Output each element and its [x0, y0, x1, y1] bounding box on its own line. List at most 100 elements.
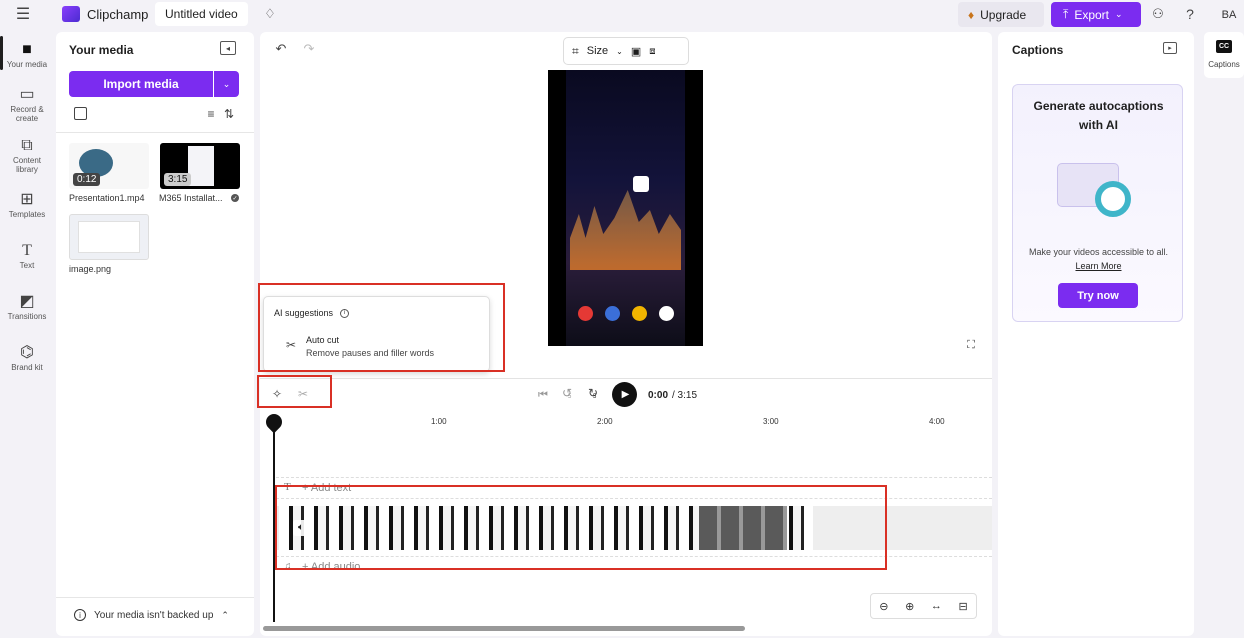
- upgrade-button[interactable]: ♦ Upgrade: [958, 2, 1044, 27]
- highlight-box-tools: [257, 375, 332, 408]
- fit-width-icon[interactable]: ↔: [931, 600, 942, 612]
- text-icon: T: [22, 242, 32, 259]
- play-store-icon: [633, 176, 649, 192]
- rail-item-label: Your media: [6, 60, 48, 69]
- zoom-out-icon[interactable]: ⊖: [879, 600, 888, 613]
- library-icon: ⧉: [21, 137, 33, 154]
- rail-item-brand-kit[interactable]: ⌬ Brand kit: [0, 343, 54, 372]
- time-current: 0:00: [648, 390, 669, 401]
- chevron-down-icon: ⌄: [1115, 9, 1123, 19]
- resize-icon: ⌗: [572, 43, 579, 58]
- forward-5-button[interactable]: ↻ 5: [588, 386, 604, 404]
- filter-icon[interactable]: ≡: [204, 107, 218, 121]
- media-item-m365[interactable]: 3:15: [160, 143, 240, 189]
- try-now-button[interactable]: Try now: [1058, 283, 1138, 308]
- media-item-presentation[interactable]: 0:12: [69, 143, 149, 189]
- panel-divider: [56, 132, 254, 133]
- ruler-label: 4:00: [929, 417, 945, 426]
- hamburger-menu-icon[interactable]: ☰: [14, 5, 32, 23]
- ruler-label: 3:00: [763, 417, 779, 426]
- video-preview[interactable]: [548, 70, 703, 346]
- expand-timeline-icon[interactable]: ⊟: [958, 600, 967, 613]
- duration-badge: 0:12: [73, 173, 101, 186]
- media-item-name: Presentation1.mp4: [69, 193, 145, 203]
- gmail-icon: [659, 306, 674, 321]
- captions-toggle-icon[interactable]: ⧈: [649, 46, 655, 57]
- rail-item-templates[interactable]: ⊞ Templates: [0, 190, 54, 219]
- info-icon: i: [74, 609, 86, 621]
- try-now-label: Try now: [1077, 289, 1119, 302]
- project-title[interactable]: Untitled video: [155, 2, 248, 26]
- checkmark-badge-icon: ✓: [231, 194, 239, 202]
- upload-icon: ⤒: [1063, 7, 1069, 21]
- brand-kit-icon: ⌬: [20, 344, 34, 361]
- backup-notice[interactable]: i Your media isn't backed up ⌃: [74, 609, 229, 621]
- zoom-in-icon[interactable]: ⊕: [905, 600, 914, 613]
- help-icon[interactable]: ?: [1182, 5, 1198, 23]
- media-item-name: M365 Installat...: [159, 193, 223, 203]
- rail-item-label: Record & create: [10, 105, 44, 123]
- camera-swap-icon[interactable]: ▣: [631, 45, 641, 58]
- captions-rail-button[interactable]: CC Captions: [1204, 32, 1244, 78]
- import-media-button[interactable]: Import media: [69, 71, 213, 97]
- learn-more-link[interactable]: Learn More: [1013, 261, 1184, 271]
- media-item-name: image.png: [69, 264, 112, 274]
- sort-icon[interactable]: ⇅: [221, 106, 237, 122]
- avatar[interactable]: BA: [1218, 4, 1240, 26]
- timeline-ruler: 1:00 2:00 3:00 4:00: [260, 412, 992, 432]
- redo-icon[interactable]: ↷: [302, 41, 316, 56]
- clipchamp-logo: [62, 6, 80, 22]
- skip-to-start-icon[interactable]: ⏮: [536, 388, 550, 402]
- collapse-panel-icon[interactable]: ▸: [1163, 42, 1177, 54]
- panel-divider: [56, 597, 254, 598]
- premium-diamond-icon[interactable]: ♢: [260, 4, 280, 24]
- rail-item-label: Brand kit: [11, 363, 43, 372]
- import-options-dropdown[interactable]: ⌄: [214, 71, 239, 97]
- export-label: Export: [1074, 7, 1109, 22]
- chevron-up-icon: ⌃: [221, 609, 229, 620]
- rail-item-content-library[interactable]: ⧉ Content library: [0, 136, 54, 174]
- transitions-icon: ◩: [19, 293, 35, 310]
- chrome-icon: [632, 306, 647, 321]
- card-description: Make your videos accessible to all.: [1028, 247, 1169, 257]
- play-icon: ▶: [621, 389, 630, 400]
- highlight-box-ai-popup: [258, 283, 505, 372]
- play-button[interactable]: ▶: [612, 382, 637, 407]
- thumbnail-doc: [78, 221, 140, 253]
- playhead[interactable]: [273, 417, 275, 622]
- rail-item-your-media[interactable]: ■ Your media: [0, 40, 54, 69]
- undo-icon[interactable]: ↶: [274, 41, 288, 56]
- youtube-icon: [578, 306, 593, 321]
- editor-panel: ↶ ↷ ⌗ Size ⌄ ▣ ⧈ ⛶ AI suggestions i ✂ Au…: [257, 32, 992, 636]
- captions-title: Captions: [1012, 43, 1064, 57]
- export-button[interactable]: ⤒ Export ⌄: [1051, 2, 1141, 27]
- forward-seconds: 5: [593, 394, 597, 400]
- left-rail: ■ Your media ▭ Record & create ⧉ Content…: [0, 30, 54, 638]
- media-item-image[interactable]: [69, 214, 149, 260]
- size-dropdown[interactable]: Size: [587, 45, 608, 57]
- fullscreen-icon[interactable]: ⛶: [964, 338, 978, 352]
- horizontal-scrollbar[interactable]: [263, 626, 745, 631]
- select-all-checkbox[interactable]: [74, 107, 87, 120]
- rail-item-transitions[interactable]: ◩ Transitions: [0, 292, 54, 321]
- ruler-label: 2:00: [597, 417, 613, 426]
- collapse-panel-icon[interactable]: ◂: [220, 41, 236, 55]
- share-people-icon[interactable]: ⚇: [1149, 5, 1167, 23]
- rail-item-label: Content library: [12, 156, 42, 174]
- highlight-box-tracks: [275, 485, 887, 570]
- magnifier-icon: [1095, 181, 1131, 217]
- rewind-5-button[interactable]: ↺ 5: [562, 386, 578, 404]
- captions-panel: Captions ▸ Generate autocaptions with AI…: [998, 32, 1194, 636]
- camera-icon: ▭: [19, 86, 35, 103]
- captions-rail-label: Captions: [1208, 60, 1240, 69]
- files-icon: [605, 306, 620, 321]
- thumbnail-screen: [188, 146, 214, 186]
- rail-item-label: Transitions: [7, 312, 47, 321]
- time-total: / 3:15: [672, 390, 698, 401]
- rail-item-record-create[interactable]: ▭ Record & create: [0, 85, 54, 123]
- captions-illustration: [1053, 157, 1143, 225]
- rail-item-text[interactable]: T Text: [0, 241, 54, 270]
- top-bar: ☰ Clipchamp Untitled video ♢ ♦ Upgrade ⤒…: [0, 0, 1244, 30]
- duration-badge: 3:15: [164, 173, 192, 186]
- autocaptions-card: Generate autocaptions with AI Make your …: [1012, 84, 1183, 322]
